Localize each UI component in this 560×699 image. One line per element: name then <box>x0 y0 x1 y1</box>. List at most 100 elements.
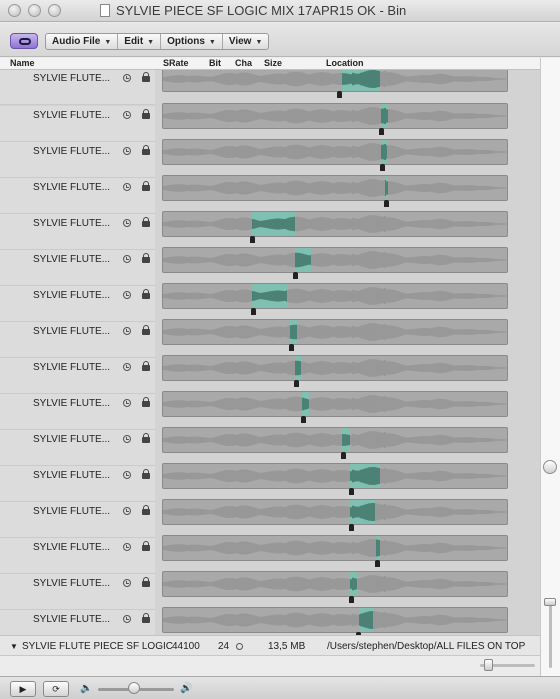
clock-icon[interactable] <box>123 615 131 623</box>
column-location[interactable]: Location <box>326 58 364 68</box>
anchor-marker[interactable] <box>251 308 257 315</box>
region-row[interactable]: SYLVIE FLUTE... <box>0 175 540 214</box>
region-selection[interactable] <box>302 392 310 416</box>
clock-icon[interactable] <box>123 435 131 443</box>
clock-icon[interactable] <box>123 363 131 371</box>
region-name-cell[interactable]: SYLVIE FLUTE... <box>0 250 155 286</box>
lock-icon[interactable] <box>142 325 150 335</box>
lock-icon[interactable] <box>142 361 150 371</box>
link-button[interactable] <box>10 33 38 49</box>
waveform-overview[interactable] <box>162 319 508 351</box>
column-size[interactable]: Size <box>264 58 282 68</box>
disclosure-triangle-icon[interactable]: ▼ <box>10 642 18 651</box>
clock-icon[interactable] <box>123 471 131 479</box>
clock-icon[interactable] <box>123 111 131 119</box>
region-row[interactable]: SYLVIE FLUTE... <box>0 607 540 635</box>
menu-audio-file[interactable]: Audio File ▼ <box>46 34 119 49</box>
waveform-overview[interactable] <box>162 139 508 171</box>
waveform-overview[interactable] <box>162 175 508 207</box>
menu-view[interactable]: View ▼ <box>223 34 269 49</box>
lock-icon[interactable] <box>142 577 150 587</box>
lock-icon[interactable] <box>142 72 150 82</box>
waveform-overview[interactable] <box>162 427 508 459</box>
zoom-button[interactable] <box>48 4 61 17</box>
volume-knob[interactable] <box>128 682 140 694</box>
region-selection[interactable] <box>252 284 287 308</box>
column-bit[interactable]: Bit <box>209 58 221 68</box>
waveform-overview[interactable] <box>162 463 508 495</box>
clock-icon[interactable] <box>123 74 131 82</box>
scroll-knob[interactable] <box>543 460 557 474</box>
close-button[interactable] <box>8 4 21 17</box>
anchor-marker[interactable] <box>289 344 295 351</box>
lock-icon[interactable] <box>142 541 150 551</box>
menu-edit[interactable]: Edit ▼ <box>118 34 162 49</box>
lock-icon[interactable] <box>142 433 150 443</box>
region-name-cell[interactable]: SYLVIE FLUTE... <box>0 106 155 142</box>
audio-file-row[interactable]: ▼ SYLVIE FLUTE PIECE SF LOGIC 44100 24 1… <box>0 635 540 655</box>
region-name-cell[interactable]: SYLVIE FLUTE... <box>0 142 155 178</box>
clock-icon[interactable] <box>123 147 131 155</box>
anchor-marker[interactable] <box>340 452 346 459</box>
region-name-cell[interactable]: SYLVIE FLUTE... <box>0 610 155 635</box>
region-row[interactable]: SYLVIE FLUTE... <box>0 103 540 142</box>
region-name-cell[interactable]: SYLVIE FLUTE... <box>0 394 155 430</box>
region-row[interactable]: SYLVIE FLUTE... <box>0 355 540 394</box>
anchor-marker[interactable] <box>301 416 307 423</box>
title-bar[interactable]: SYLVIE PIECE SF LOGIC MIX 17APR15 OK - B… <box>0 0 560 22</box>
region-row[interactable]: SYLVIE FLUTE... <box>0 283 540 322</box>
loop-button[interactable]: ⟳ <box>43 681 69 697</box>
region-row[interactable]: SYLVIE FLUTE... <box>0 319 540 358</box>
lock-icon[interactable] <box>142 613 150 623</box>
region-row[interactable]: SYLVIE FLUTE... <box>0 427 540 466</box>
region-row[interactable]: SYLVIE FLUTE... <box>0 70 540 105</box>
clock-icon[interactable] <box>123 291 131 299</box>
region-name-cell[interactable]: SYLVIE FLUTE... <box>0 214 155 250</box>
clock-icon[interactable] <box>123 327 131 335</box>
region-row[interactable]: SYLVIE FLUTE... <box>0 499 540 538</box>
region-row[interactable]: SYLVIE FLUTE... <box>0 463 540 502</box>
region-selection[interactable] <box>350 572 358 596</box>
region-selection[interactable] <box>381 140 387 164</box>
column-srate[interactable]: SRate <box>163 58 189 68</box>
lock-icon[interactable] <box>142 181 150 191</box>
region-selection[interactable] <box>350 464 380 488</box>
column-name[interactable]: Name <box>10 58 35 68</box>
anchor-marker[interactable] <box>378 128 384 135</box>
region-row[interactable]: SYLVIE FLUTE... <box>0 391 540 430</box>
region-row[interactable]: SYLVIE FLUTE... <box>0 139 540 178</box>
menu-options[interactable]: Options ▼ <box>161 34 223 49</box>
region-selection[interactable] <box>350 500 375 524</box>
waveform-overview[interactable] <box>162 607 508 635</box>
region-name-cell[interactable]: SYLVIE FLUTE... <box>0 574 155 610</box>
anchor-marker[interactable] <box>375 560 381 567</box>
clock-icon[interactable] <box>123 183 131 191</box>
minimize-button[interactable] <box>28 4 41 17</box>
anchor-marker[interactable] <box>292 272 298 279</box>
region-name-cell[interactable]: SYLVIE FLUTE... <box>0 178 155 214</box>
region-selection[interactable] <box>252 212 296 236</box>
anchor-marker[interactable] <box>249 236 255 243</box>
waveform-overview[interactable] <box>162 247 508 279</box>
lock-icon[interactable] <box>142 469 150 479</box>
region-row[interactable]: SYLVIE FLUTE... <box>0 571 540 610</box>
region-selection[interactable] <box>341 428 351 452</box>
region-name-cell[interactable]: SYLVIE FLUTE... <box>0 466 155 502</box>
region-row[interactable]: SYLVIE FLUTE... <box>0 211 540 250</box>
region-selection[interactable] <box>381 104 389 128</box>
vertical-scrollbar[interactable] <box>540 58 560 676</box>
waveform-overview[interactable] <box>162 391 508 423</box>
region-row[interactable]: SYLVIE FLUTE... <box>0 247 540 286</box>
anchor-marker[interactable] <box>349 488 355 495</box>
vertical-zoom-track[interactable] <box>549 603 552 668</box>
waveform-overview[interactable] <box>162 571 508 603</box>
lock-icon[interactable] <box>142 289 150 299</box>
lock-icon[interactable] <box>142 109 150 119</box>
clock-icon[interactable] <box>123 399 131 407</box>
waveform-overview[interactable] <box>162 535 508 567</box>
lock-icon[interactable] <box>142 217 150 227</box>
region-selection[interactable] <box>295 356 301 380</box>
waveform-overview[interactable] <box>162 499 508 531</box>
clock-icon[interactable] <box>123 255 131 263</box>
region-selection[interactable] <box>359 608 373 632</box>
